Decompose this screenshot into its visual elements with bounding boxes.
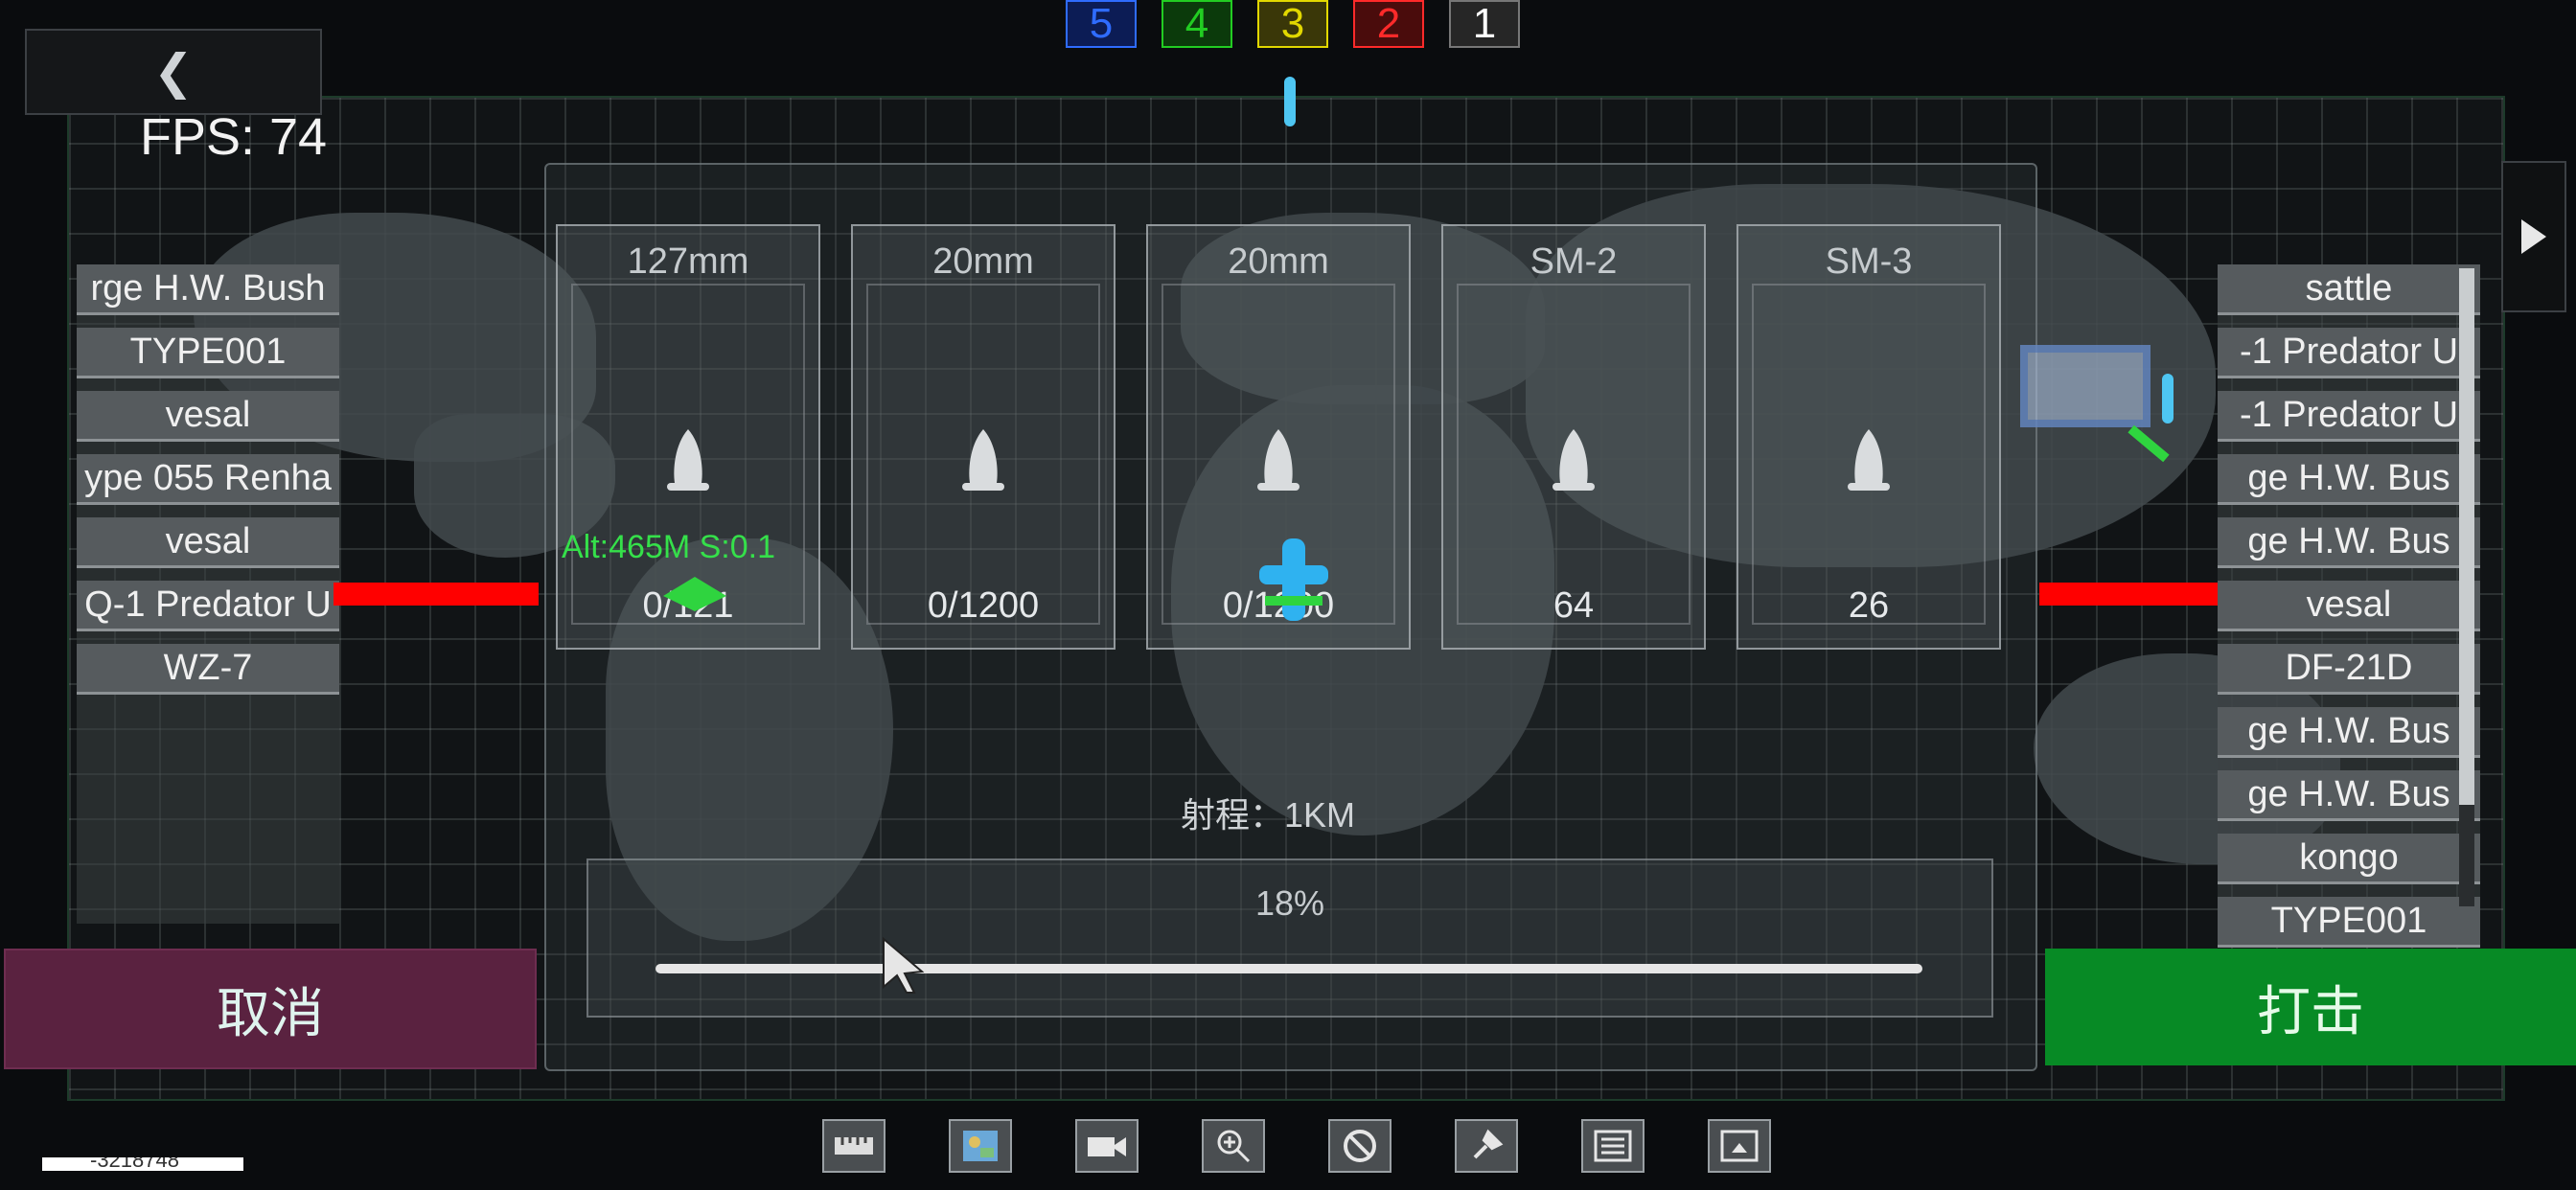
- range-slider-track[interactable]: [656, 964, 1922, 973]
- fps-counter: FPS: 74: [140, 108, 328, 166]
- ammo-count: 64: [1552, 585, 1595, 626]
- play-arrow-icon: [2521, 219, 2546, 254]
- list-item[interactable]: kongo: [2218, 834, 2480, 884]
- list-tool-button[interactable]: [1581, 1119, 1644, 1173]
- weapon-slot-20mm[interactable]: 20mm 0/1200: [851, 224, 1116, 650]
- squad-label: 5: [1089, 0, 1114, 47]
- missile-icon: [1552, 429, 1595, 491]
- chevron-left-icon: ❮: [153, 45, 194, 99]
- coordinate-value: -3218748: [90, 1157, 179, 1171]
- expand-panel-button[interactable]: [2501, 161, 2566, 312]
- scrollbar-thumb[interactable]: [2459, 268, 2474, 805]
- zoom-in-icon: [1217, 1130, 1251, 1163]
- missile-icon: [1257, 429, 1300, 491]
- ammo-count: 0/1200: [927, 585, 1040, 626]
- list-item[interactable]: Q-1 Predator U: [77, 581, 339, 631]
- list-item[interactable]: WZ-7: [77, 644, 339, 695]
- list-item[interactable]: ge H.W. Bus: [2218, 517, 2480, 568]
- squad-label: 3: [1280, 0, 1305, 47]
- missile-marker-icon: [1284, 77, 1296, 126]
- target-highlight-box[interactable]: [2020, 345, 2150, 427]
- back-button[interactable]: ❮: [25, 29, 322, 115]
- weapon-name: 20mm: [1228, 241, 1329, 282]
- cancel-button[interactable]: 取消: [4, 949, 537, 1069]
- coordinate-readout: -3218748: [42, 1157, 243, 1171]
- squad-button-2[interactable]: 2: [1353, 0, 1424, 48]
- source-link-line: [334, 583, 539, 606]
- camera-icon: [1088, 1137, 1126, 1156]
- pin-icon: [1473, 1129, 1504, 1159]
- missile-icon: [1848, 429, 1890, 491]
- ammo-count: 26: [1848, 585, 1890, 626]
- aircraft-icon[interactable]: [661, 575, 728, 613]
- list-item[interactable]: ge H.W. Bus: [2218, 707, 2480, 758]
- range-value: 1KM: [1284, 795, 1356, 835]
- list-item[interactable]: sattle: [2218, 264, 2480, 315]
- weapon-name: 127mm: [627, 241, 749, 282]
- missile-icon: [962, 429, 1004, 491]
- squad-button-4[interactable]: 4: [1162, 0, 1232, 48]
- block-icon: [1344, 1130, 1376, 1162]
- camera-tool-button[interactable]: [1075, 1119, 1138, 1173]
- ship-unit-icon[interactable]: [1255, 537, 1332, 623]
- list-item[interactable]: rge H.W. Bush: [77, 264, 339, 315]
- zoom-tool-button[interactable]: [1202, 1119, 1265, 1173]
- squad-button-1[interactable]: 1: [1449, 0, 1520, 48]
- screen-icon: [1720, 1130, 1759, 1162]
- squad-label: 1: [1472, 0, 1497, 47]
- weapon-slot-sm2[interactable]: SM-2 64: [1441, 224, 1706, 650]
- squad-button-3[interactable]: 3: [1257, 0, 1328, 48]
- ruler-tool-button[interactable]: [822, 1119, 886, 1173]
- ruler-icon: [835, 1137, 873, 1155]
- list-item[interactable]: -1 Predator U: [2218, 328, 2480, 378]
- list-item[interactable]: vesal: [77, 517, 339, 568]
- squad-label: 2: [1376, 0, 1401, 47]
- list-item[interactable]: DF-21D: [2218, 644, 2480, 695]
- weapon-slot-sm3[interactable]: SM-3 26: [1736, 224, 2001, 650]
- bottom-toolbar: [822, 1119, 1771, 1173]
- list-item[interactable]: ge H.W. Bus: [2218, 770, 2480, 821]
- range-label: 射程：: [1181, 795, 1285, 835]
- squad-selector: 5 4 3 2 1: [1066, 0, 1520, 48]
- list-item[interactable]: -1 Predator U: [2218, 391, 2480, 442]
- list-item[interactable]: TYPE001: [77, 328, 339, 378]
- list-icon: [1594, 1130, 1632, 1162]
- slider-percent: 18%: [1254, 883, 1325, 923]
- list-item[interactable]: vesal: [2218, 581, 2480, 631]
- target-unit-list: sattle -1 Predator U -1 Predator U ge H.…: [2218, 264, 2480, 948]
- screen-tool-button[interactable]: [1708, 1119, 1771, 1173]
- missile-marker-icon: [2162, 374, 2174, 423]
- map-icon: [963, 1131, 998, 1161]
- map-tool-button[interactable]: [949, 1119, 1012, 1173]
- range-slider-panel: 18%: [586, 858, 1993, 1018]
- list-item[interactable]: vesal: [77, 391, 339, 442]
- squad-button-5[interactable]: 5: [1066, 0, 1137, 48]
- strike-button[interactable]: 打击: [2045, 949, 2576, 1065]
- pin-tool-button[interactable]: [1455, 1119, 1518, 1173]
- friendly-unit-list: rge H.W. Bush TYPE001 vesal ype 055 Renh…: [77, 264, 339, 924]
- missile-icon: [667, 429, 709, 491]
- list-item[interactable]: ype 055 Renha: [77, 454, 339, 505]
- weapon-name: SM-3: [1825, 241, 1913, 282]
- block-tool-button[interactable]: [1328, 1119, 1392, 1173]
- unit-altitude-label: Alt:465M S:0.1: [562, 529, 776, 565]
- slider-handle-cursor-icon[interactable]: [880, 937, 928, 995]
- list-item[interactable]: ge H.W. Bus: [2218, 454, 2480, 505]
- range-readout: 射程：1KM: [1181, 788, 1355, 837]
- list-item[interactable]: TYPE001: [2218, 897, 2480, 948]
- target-link-line: [2039, 583, 2218, 606]
- weapon-name: 20mm: [932, 241, 1034, 282]
- squad-label: 4: [1184, 0, 1209, 47]
- weapon-name: SM-2: [1530, 241, 1618, 282]
